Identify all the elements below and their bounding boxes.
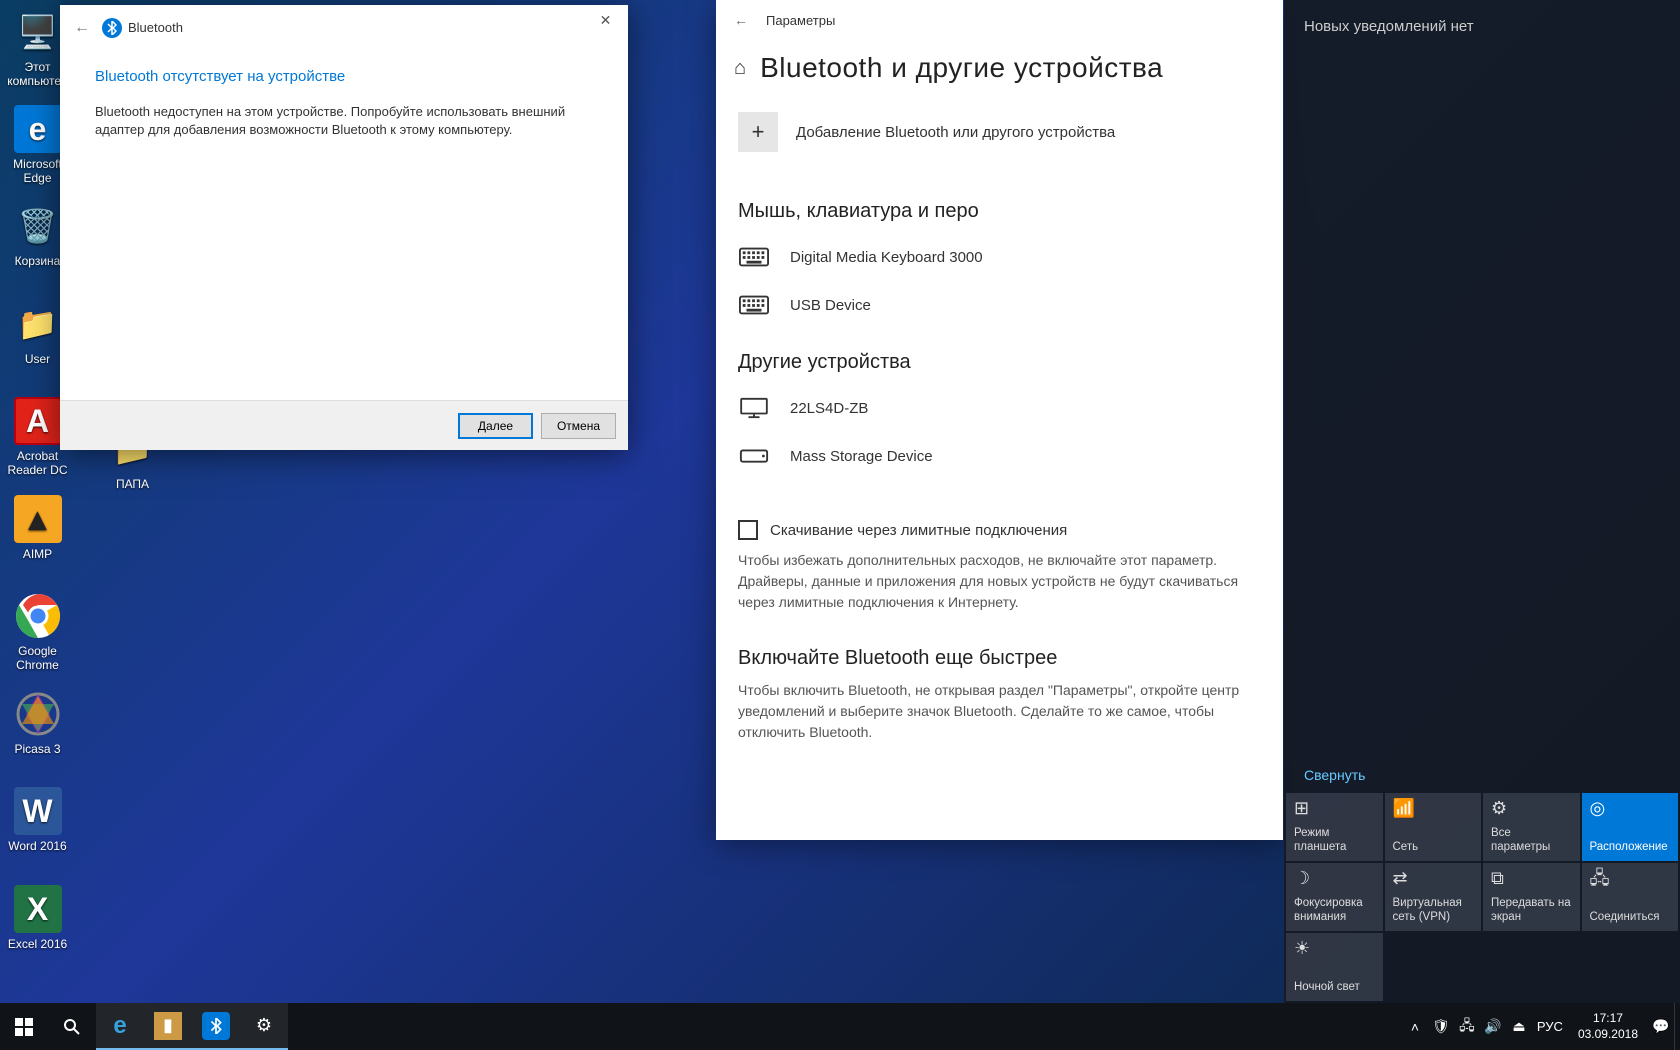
wizard-body-text: Bluetooth недоступен на этом устройстве.… [95, 103, 593, 139]
action-center-button[interactable]: 💬 [1648, 1003, 1674, 1050]
tablet-icon: ⊞ [1294, 799, 1375, 817]
settings-page-title: Bluetooth и другие устройства [760, 52, 1163, 84]
wifi-icon: 📶 [1393, 799, 1474, 817]
tray-usb-icon[interactable]: ⏏ [1506, 1003, 1532, 1050]
sun-icon: ☀ [1294, 939, 1375, 957]
tray-security-icon[interactable]: 🛡 [1428, 1003, 1454, 1050]
action-center: Новых уведомлений нет Свернуть ⊞Режим пл… [1284, 0, 1680, 1003]
desktop-icon-chrome[interactable]: Google Chrome [0, 592, 75, 673]
settings-window: ← Параметры ⌂ Bluetooth и другие устройс… [716, 0, 1283, 840]
connect-icon: 🖧 [1590, 869, 1671, 887]
tray-network-icon[interactable]: 🖧 [1454, 1003, 1480, 1050]
location-icon: ◎ [1590, 799, 1671, 817]
bluetooth-wizard-window: ← Bluetooth ✕ Bluetooth отсутствует на у… [60, 5, 628, 450]
section-other-devices: Другие устройства [738, 351, 1261, 374]
vpn-icon: ⇄ [1393, 869, 1474, 887]
tile-tablet-mode[interactable]: ⊞Режим планшета [1286, 793, 1383, 861]
keyboard-icon [738, 293, 770, 317]
tile-project[interactable]: ⧉Передавать на экран [1483, 863, 1580, 931]
metered-hint: Чтобы избежать дополнительных расходов, … [738, 550, 1261, 613]
tile-night-light[interactable]: ☀Ночной свет [1286, 933, 1383, 1001]
wizard-close-button[interactable]: ✕ [583, 5, 628, 35]
action-center-heading: Новых уведомлений нет [1284, 0, 1680, 53]
device-storage[interactable]: Mass Storage Device [738, 432, 1261, 480]
home-icon[interactable]: ⌂ [734, 57, 746, 80]
search-button[interactable] [48, 1003, 96, 1050]
taskbar-bluetooth[interactable] [192, 1003, 240, 1050]
desktop-icon-aimp[interactable]: ▲AIMP [0, 495, 75, 561]
desktop-icon-excel[interactable]: XExcel 2016 [0, 885, 75, 951]
add-device-label: Добавление Bluetooth или другого устройс… [796, 124, 1115, 141]
settings-back-button[interactable]: ← [734, 12, 748, 28]
cancel-button[interactable]: Отмена [541, 413, 616, 439]
monitor-icon [738, 396, 770, 420]
taskbar-clock[interactable]: 17:17 03.09.2018 [1568, 1011, 1648, 1042]
plus-icon: + [738, 112, 778, 152]
project-icon: ⧉ [1491, 869, 1572, 887]
taskbar-edge[interactable]: e [96, 1003, 144, 1050]
desktop-icon-picasa[interactable]: Picasa 3 [0, 690, 75, 756]
device-monitor[interactable]: 22LS4D-ZB [738, 384, 1261, 432]
next-button[interactable]: Далее [458, 413, 533, 439]
bluetooth-icon [102, 18, 122, 38]
wizard-back-button[interactable]: ← [70, 16, 94, 40]
storage-icon [738, 444, 770, 468]
wizard-heading: Bluetooth отсутствует на устройстве [95, 68, 593, 85]
wizard-title: Bluetooth [128, 20, 183, 35]
taskbar: e ▮ ⚙ ˄ 🛡 🖧 🔊 ⏏ РУС 17:17 03.09.2018 💬 [0, 1003, 1680, 1050]
faster-text: Чтобы включить Bluetooth, не открывая ра… [738, 680, 1261, 743]
section-mouse-keyboard: Мышь, клавиатура и перо [738, 200, 1261, 223]
moon-icon: ☽ [1294, 869, 1375, 887]
tile-connect[interactable]: 🖧Соединиться [1582, 863, 1679, 931]
taskbar-settings[interactable]: ⚙ [240, 1003, 288, 1050]
gear-icon: ⚙ [1491, 799, 1572, 817]
tray-volume-icon[interactable]: 🔊 [1480, 1003, 1506, 1050]
tray-language[interactable]: РУС [1532, 1003, 1568, 1050]
metered-checkbox-row[interactable]: Скачивание через лимитные подключения [738, 520, 1261, 540]
faster-heading: Включайте Bluetooth еще быстрее [738, 647, 1261, 670]
taskbar-app2[interactable]: ▮ [144, 1003, 192, 1050]
device-keyboard[interactable]: Digital Media Keyboard 3000 [738, 233, 1261, 281]
show-desktop-button[interactable] [1674, 1003, 1680, 1050]
tile-network[interactable]: 📶Сеть [1385, 793, 1482, 861]
settings-app-title: Параметры [766, 13, 835, 28]
collapse-link[interactable]: Свернуть [1284, 759, 1680, 791]
tray-chevron-icon[interactable]: ˄ [1402, 1003, 1428, 1050]
keyboard-icon [738, 245, 770, 269]
add-device-button[interactable]: + Добавление Bluetooth или другого устро… [738, 102, 1261, 178]
tile-location[interactable]: ◎Расположение [1582, 793, 1679, 861]
tile-vpn[interactable]: ⇄Виртуальная сеть (VPN) [1385, 863, 1482, 931]
checkbox-icon [738, 520, 758, 540]
quick-actions-grid: ⊞Режим планшета 📶Сеть ⚙Все параметры ◎Ра… [1284, 791, 1680, 1003]
desktop-icon-word[interactable]: WWord 2016 [0, 787, 75, 853]
start-button[interactable] [0, 1003, 48, 1050]
tile-all-settings[interactable]: ⚙Все параметры [1483, 793, 1580, 861]
tile-focus-assist[interactable]: ☽Фокусировка внимания [1286, 863, 1383, 931]
device-usb[interactable]: USB Device [738, 281, 1261, 329]
